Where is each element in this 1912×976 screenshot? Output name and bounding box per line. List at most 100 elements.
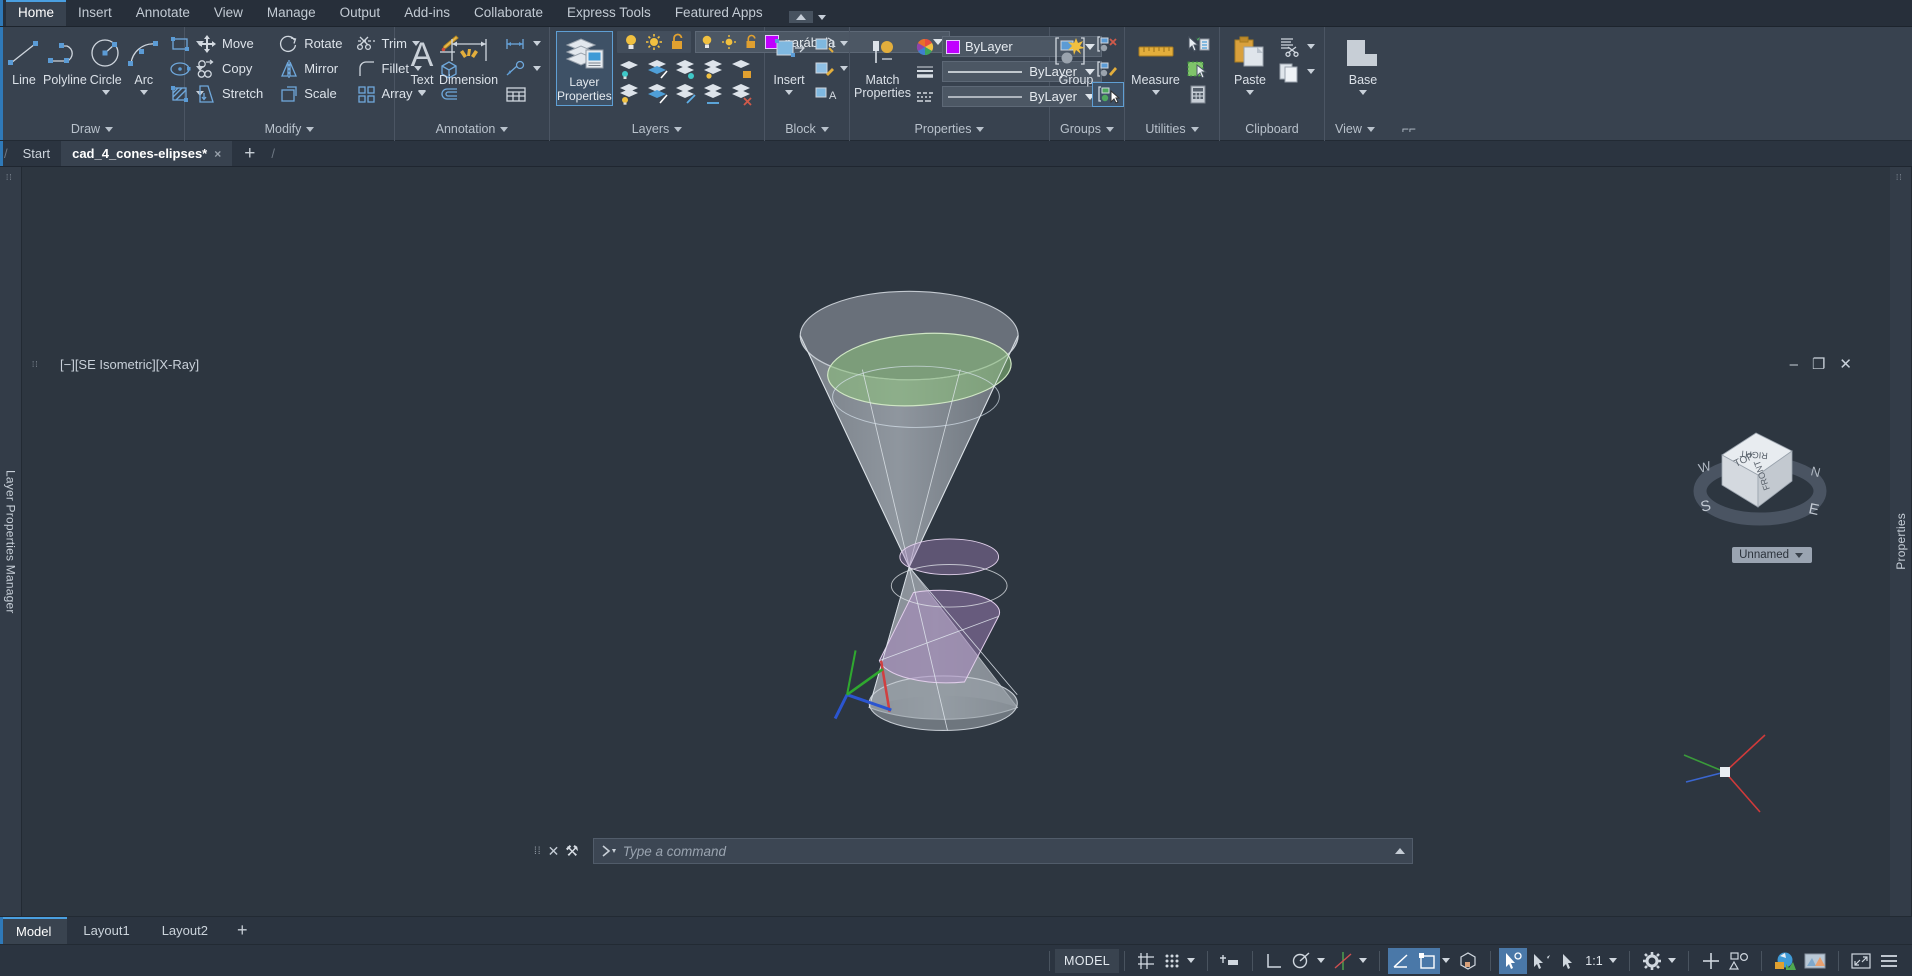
chevron-down-icon[interactable] [533, 66, 542, 71]
selection-cycling-icon[interactable] [1499, 947, 1527, 974]
panel-title-clipboard[interactable]: Clipboard [1220, 118, 1324, 141]
ribbon-overflow-icon[interactable]: ⌐⌐ [1402, 118, 1416, 141]
ucs-dropdown[interactable]: Unnamed [1732, 547, 1812, 563]
viewport-label[interactable]: [−][SE Isometric][X-Ray] [60, 357, 199, 372]
chevron-down-icon[interactable] [1187, 958, 1195, 963]
draw-arc-button[interactable]: Arc [125, 31, 163, 95]
model-space-button[interactable]: MODEL [1055, 948, 1119, 973]
panel-title-utilities[interactable]: Utilities [1125, 118, 1219, 141]
ribbon-tab-addins[interactable]: Add-ins [392, 0, 462, 26]
maximize-icon[interactable]: ❐ [1812, 355, 1825, 373]
annotation-scale-button[interactable]: 1:1 [1581, 948, 1607, 974]
draw-circle-button[interactable]: Circle [87, 31, 125, 95]
annotation-linear-dim-flyout[interactable] [500, 31, 545, 56]
modify-rotate-button[interactable]: Rotate [275, 31, 346, 56]
infer-constraints-icon[interactable] [1216, 948, 1244, 974]
panel-title-modify[interactable]: Modify [185, 118, 394, 141]
layer-on-icon[interactable] [617, 83, 641, 105]
panel-title-properties[interactable]: Properties [850, 118, 1049, 141]
chevron-down-icon[interactable] [1442, 958, 1450, 963]
block-insert-button[interactable]: Insert [771, 31, 807, 95]
layout-tab-layout1[interactable]: Layout1 [67, 917, 145, 944]
close-icon[interactable]: ✕ [1839, 355, 1852, 373]
panel-title-annotation[interactable]: Annotation [395, 118, 549, 141]
snap-mode-icon[interactable] [1159, 948, 1185, 974]
layer-thaw-icon[interactable] [645, 83, 669, 105]
block-attributes-button[interactable]: A [809, 81, 852, 106]
panel-title-draw[interactable]: Draw [0, 118, 184, 141]
chevron-down-icon[interactable] [1246, 90, 1254, 95]
ribbon-tab-featured-apps[interactable]: Featured Apps [663, 0, 775, 26]
chevron-down-icon[interactable] [1609, 958, 1617, 963]
layer-freeze-icon[interactable] [673, 58, 697, 80]
customization-icon[interactable] [1875, 948, 1903, 974]
layer-unisolate-icon[interactable] [645, 58, 669, 80]
ribbon-tab-home[interactable]: Home [6, 0, 67, 26]
chevron-up-icon[interactable] [1394, 848, 1405, 854]
modify-stretch-button[interactable]: Stretch [193, 81, 267, 106]
layer-properties-manager-panel[interactable]: ⁞⁞ Layer Properties Manager [0, 167, 22, 916]
chevron-down-icon[interactable] [533, 41, 542, 46]
panel-title-groups[interactable]: Groups [1050, 118, 1124, 141]
ribbon-tab-view[interactable]: View [202, 0, 255, 26]
polar-tracking-icon[interactable] [1287, 948, 1315, 974]
group-selection-button[interactable] [1092, 82, 1124, 107]
annotation-dimension-button[interactable]: Dimension [439, 31, 498, 87]
command-line-close-icon[interactable]: ✕ [548, 843, 560, 860]
chevron-down-icon[interactable] [139, 90, 148, 95]
ungroup-button[interactable] [1092, 32, 1124, 57]
modify-copy-button[interactable]: Copy [193, 56, 267, 81]
ribbon-tab-manage[interactable]: Manage [255, 0, 328, 26]
3d-object-snap-icon[interactable] [1454, 948, 1482, 974]
chevron-down-icon[interactable] [840, 41, 848, 46]
chevron-down-icon[interactable] [418, 90, 426, 95]
isolate-objects-icon[interactable] [1725, 948, 1753, 974]
chevron-down-icon[interactable] [840, 66, 848, 71]
paste-button[interactable]: Paste [1228, 31, 1272, 95]
quick-select-button[interactable] [1182, 32, 1214, 57]
ribbon-tab-collaborate[interactable]: Collaborate [462, 0, 555, 26]
annotation-table-flyout[interactable] [500, 81, 545, 106]
cut-button[interactable] [1274, 34, 1319, 59]
annotation-visibility-icon[interactable] [1527, 948, 1555, 974]
block-edit-button[interactable] [809, 56, 852, 81]
properties-panel[interactable]: ⁞⁞ Properties [1890, 167, 1912, 916]
hardware-acceleration-icon[interactable] [1770, 948, 1800, 974]
modify-move-button[interactable]: Move [193, 31, 267, 56]
panel-title-layers[interactable]: Layers [550, 118, 764, 141]
ortho-mode-icon[interactable] [1261, 948, 1287, 974]
command-line-tools-icon[interactable]: ⚒ [565, 842, 578, 860]
layout-tab-layout2[interactable]: Layout2 [146, 917, 224, 944]
copy-clip-button[interactable] [1274, 59, 1319, 84]
chevron-down-icon[interactable] [1359, 90, 1367, 95]
ribbon-tab-insert[interactable]: Insert [66, 0, 124, 26]
ribbon-tab-express-tools[interactable]: Express Tools [555, 0, 663, 26]
close-icon[interactable]: × [214, 147, 221, 161]
draw-polyline-button[interactable]: Polyline [43, 31, 87, 87]
base-view-button[interactable]: Base [1335, 31, 1391, 95]
fullscreen-icon[interactable] [1847, 948, 1875, 974]
chevron-down-icon[interactable] [1151, 90, 1160, 95]
new-tab-button[interactable]: + [232, 141, 267, 166]
chevron-down-icon[interactable] [101, 90, 110, 95]
drawing-canvas[interactable]: ⁞⁞ [−][SE Isometric][X-Ray] – ❐ ✕ W N S … [22, 167, 1890, 916]
match-properties-button[interactable]: Match Properties [854, 31, 911, 100]
layer-merge-icon[interactable] [701, 83, 725, 105]
ribbon-collapse-button[interactable] [788, 11, 813, 23]
chevron-down-icon[interactable] [785, 90, 793, 95]
object-snap-icon[interactable] [1388, 947, 1414, 974]
modify-scale-button[interactable]: Scale [275, 81, 346, 106]
layer-unlock-icon[interactable] [673, 83, 697, 105]
chevron-down-icon[interactable] [1307, 44, 1315, 49]
chevron-down-icon[interactable] [1668, 958, 1676, 963]
layer-properties-button[interactable]: Layer Properties [556, 31, 613, 106]
annotation-leader-flyout[interactable] [500, 56, 545, 81]
modify-mirror-button[interactable]: Mirror [275, 56, 346, 81]
layout-tab-model[interactable]: Model [0, 917, 68, 944]
layer-lock-icon[interactable] [729, 58, 753, 80]
quick-calc-area-button[interactable] [1182, 57, 1214, 82]
chevron-down-icon[interactable] [1359, 958, 1367, 963]
ribbon-tab-output[interactable]: Output [328, 0, 393, 26]
draw-line-button[interactable]: Line [5, 31, 43, 87]
panel-title-view[interactable]: View ⌐⌐ [1325, 118, 1416, 141]
